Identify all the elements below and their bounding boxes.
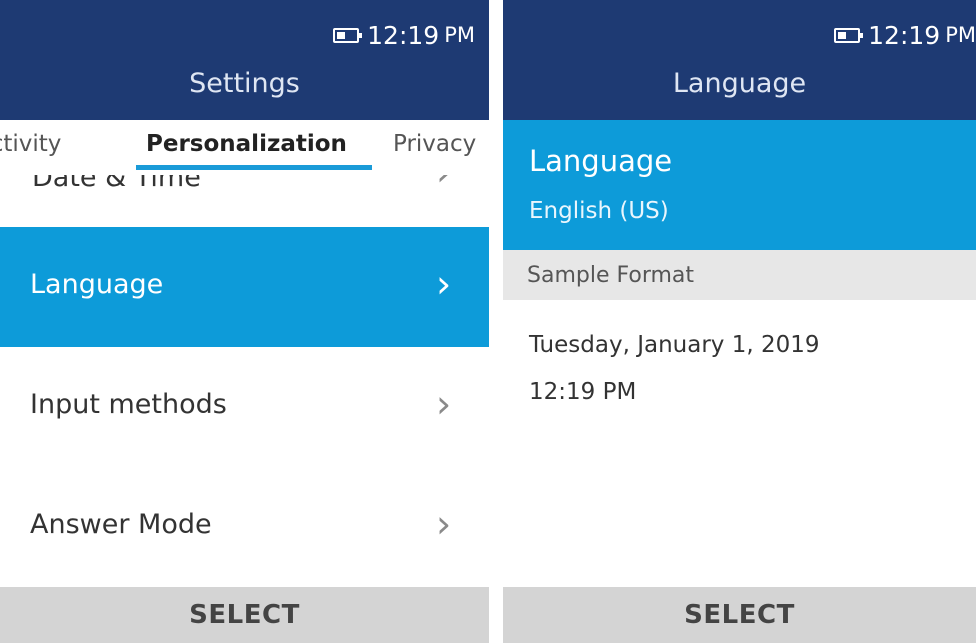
sample-time: 12:19 PM bbox=[529, 379, 637, 405]
battery-icon bbox=[333, 27, 363, 43]
chevron-right-icon: › bbox=[436, 382, 452, 426]
sample-format-header: Sample Format bbox=[503, 250, 976, 300]
language-screen: 12:19 PM Language Language English (US) … bbox=[503, 0, 976, 643]
chevron-right-icon: › bbox=[436, 262, 452, 306]
status-time: 12:19 bbox=[367, 20, 440, 50]
softkey-label: SELECT bbox=[684, 600, 795, 630]
section-header-label: Sample Format bbox=[527, 263, 695, 288]
sample-date: Tuesday, January 1, 2019 bbox=[529, 332, 820, 358]
settings-screen: 12:19 PM Settings Date & Time › nectivit… bbox=[0, 0, 489, 643]
menu-item-answer-mode[interactable]: Answer Mode › bbox=[0, 467, 489, 587]
menu-item-input-methods[interactable]: Input methods › bbox=[0, 347, 489, 467]
language-value: English (US) bbox=[529, 198, 669, 224]
status-bar: 12:19 PM bbox=[834, 18, 976, 52]
chevron-right-icon: › bbox=[436, 502, 452, 546]
header-bar: 12:19 PM Settings bbox=[0, 0, 489, 120]
select-softkey[interactable]: SELECT bbox=[0, 587, 489, 643]
status-ampm: PM bbox=[444, 22, 475, 47]
language-selector[interactable]: Language English (US) bbox=[503, 120, 976, 250]
tab-privacy[interactable]: Privacy bbox=[393, 131, 476, 157]
language-label: Language bbox=[529, 144, 673, 178]
tab-connectivity[interactable]: nectivity bbox=[0, 131, 61, 157]
select-softkey[interactable]: SELECT bbox=[503, 587, 976, 643]
battery-icon bbox=[834, 27, 864, 43]
header-bar: 12:19 PM Language bbox=[503, 0, 976, 120]
menu-item-label: Input methods bbox=[30, 389, 227, 420]
softkey-label: SELECT bbox=[189, 600, 300, 630]
menu-item-label: Answer Mode bbox=[30, 509, 212, 540]
status-ampm: PM bbox=[945, 22, 976, 47]
screen-divider bbox=[489, 0, 503, 643]
tab-personalization[interactable]: Personalization bbox=[146, 131, 347, 157]
menu-item-language[interactable]: Language › bbox=[0, 227, 489, 347]
page-title: Settings bbox=[189, 68, 300, 99]
status-bar: 12:19 PM bbox=[333, 18, 475, 52]
active-tab-indicator bbox=[136, 165, 372, 170]
page-title: Language bbox=[672, 68, 807, 99]
tab-bar: nectivity Personalization Privacy bbox=[0, 120, 489, 175]
status-time: 12:19 bbox=[868, 20, 941, 50]
menu-item-label: Language bbox=[30, 269, 164, 300]
